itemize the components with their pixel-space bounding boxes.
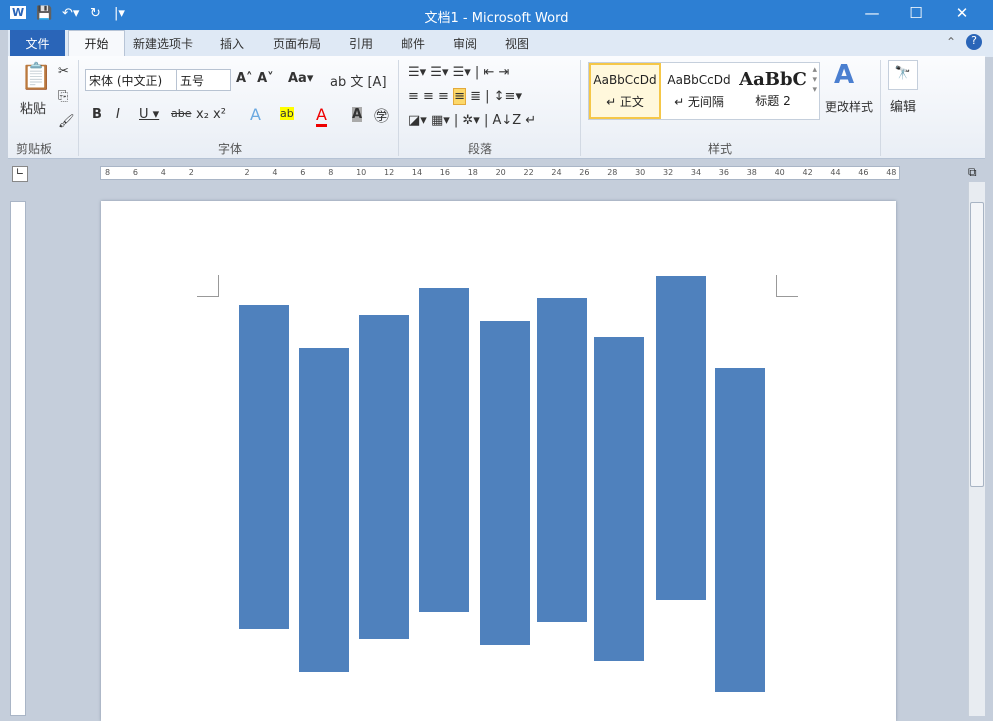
- ruler-tick: 6: [132, 168, 138, 177]
- font-group-label: 字体: [218, 142, 243, 156]
- ruler-tick: 4: [160, 168, 166, 177]
- help-icon[interactable]: ?: [966, 34, 982, 50]
- italic-icon[interactable]: I: [116, 107, 120, 122]
- ruler-tick: 40: [774, 168, 785, 177]
- ruler-tick: 2: [244, 168, 250, 177]
- style-normal[interactable]: AaBbCcDd ↵ 正文: [589, 63, 661, 119]
- tab-insert[interactable]: 插入: [220, 35, 244, 52]
- tab-home[interactable]: 开始: [68, 30, 125, 58]
- rectangle-shape[interactable]: [715, 368, 765, 692]
- ruler-tick: 48: [886, 168, 897, 177]
- ruler-tick: 24: [551, 168, 562, 177]
- enclose-char-icon[interactable]: ㊫: [374, 105, 389, 126]
- tab-mailings[interactable]: 邮件: [401, 35, 425, 52]
- tab-view[interactable]: 视图: [505, 35, 529, 52]
- ruler-tick: 2: [188, 168, 194, 177]
- paste-icon[interactable]: 📋: [20, 62, 52, 92]
- tab-file[interactable]: 文件: [10, 30, 65, 57]
- tab-references[interactable]: 引用: [349, 35, 373, 52]
- rectangle-shape[interactable]: [480, 321, 530, 645]
- ruler-tick: 14: [411, 168, 423, 177]
- ruler-tick: 20: [495, 168, 506, 177]
- editing-button[interactable]: 编辑: [890, 96, 916, 115]
- font-color-icon[interactable]: A: [316, 105, 327, 127]
- styles-group-label: 样式: [708, 142, 733, 156]
- char-shading-icon[interactable]: A: [352, 107, 363, 122]
- view-ruler-icon[interactable]: ⧉: [968, 165, 977, 180]
- find-icon[interactable]: 🔭: [888, 60, 918, 90]
- tab-stop-selector[interactable]: ∟: [12, 166, 28, 182]
- align-icons[interactable]: ≡ ≡ ≡ ≡ ≣ | ↕≡▾: [408, 88, 522, 105]
- ruler-tick: 10: [356, 168, 367, 177]
- change-styles-button[interactable]: 更改样式: [825, 98, 873, 115]
- subscript-icon[interactable]: x₂ x²: [196, 107, 226, 122]
- format-painter-icon[interactable]: 🖌: [58, 114, 75, 129]
- ribbon: 📋 粘贴 ✂ ⎘ 🖌 剪贴板 宋体 (中文正) 五号 A˄ A˅ Aa▾ ab …: [8, 56, 985, 159]
- tab-new[interactable]: 新建选项卡: [133, 35, 193, 52]
- rectangle-shape[interactable]: [656, 276, 706, 600]
- bold-icon[interactable]: B: [92, 107, 102, 122]
- ruler-tick: 6: [300, 168, 306, 177]
- rectangle-shape[interactable]: [239, 305, 289, 629]
- close-button[interactable]: ✕: [942, 4, 982, 22]
- rectangle-shape[interactable]: [594, 337, 644, 661]
- ruler-tick: 26: [579, 168, 590, 177]
- highlight-icon[interactable]: ab: [280, 107, 294, 120]
- clipboard-group-label: 剪贴板: [16, 142, 53, 156]
- styles-gallery: AaBbCcDd ↵ 正文 AaBbCcDd ↵ 无间隔 AaBbC 标题 2 ▴ ▾ ▾: [588, 62, 820, 120]
- window-title: 文档1 - Microsoft Word: [424, 11, 569, 26]
- strikethrough-icon[interactable]: abe: [171, 107, 192, 120]
- minimize-button[interactable]: —: [852, 4, 892, 22]
- font-name-select[interactable]: 宋体 (中文正): [85, 69, 177, 91]
- paste-button[interactable]: 粘贴: [20, 98, 46, 117]
- scrollbar-thumb[interactable]: [970, 202, 984, 487]
- style-heading-2[interactable]: AaBbC 标题 2: [737, 63, 809, 119]
- ruler-tick: 8: [105, 168, 111, 177]
- ruler-tick: 4: [272, 168, 278, 177]
- collapse-ribbon-icon[interactable]: ⌃: [946, 35, 956, 49]
- ruler-tick: 44: [830, 168, 841, 177]
- ruler-tick: 28: [607, 168, 618, 177]
- text-effects-icon[interactable]: A: [250, 105, 261, 124]
- rectangle-shape[interactable]: [299, 348, 349, 672]
- copy-icon[interactable]: ⎘: [58, 89, 68, 104]
- ruler-tick: 8: [328, 168, 334, 177]
- ruler-tick: 46: [858, 168, 869, 177]
- ruler-tick: 36: [718, 168, 729, 177]
- cut-icon[interactable]: ✂: [58, 64, 69, 79]
- rectangle-shape[interactable]: [537, 298, 587, 622]
- ruler-tick: 38: [746, 168, 757, 177]
- rectangle-shape[interactable]: [419, 288, 469, 612]
- list-icons[interactable]: ☰▾ ☰▾ ☰▾ | ⇤ ⇥: [408, 65, 509, 80]
- shading-border-icons[interactable]: ◪▾ ▦▾ | ✲▾ | A↓Z ↵: [408, 113, 536, 128]
- ruler-tick: 16: [439, 168, 450, 177]
- vertical-ruler[interactable]: [10, 201, 26, 716]
- ruler-tick: 32: [663, 168, 674, 177]
- ribbon-tabs: 文件 开始 新建选项卡 插入 页面布局 引用 邮件 审阅 视图 ⌃ ?: [8, 30, 993, 58]
- horizontal-ruler[interactable]: 8 6 4 2 2 4 6 8 10 12 14 16 18 20 22 24 26 28 30 32 34 36 38 40…: [100, 166, 900, 180]
- grow-font-icon[interactable]: A˄ A˅: [236, 71, 274, 86]
- ruler-tick: 22: [523, 168, 534, 177]
- style-no-spacing[interactable]: AaBbCcDd ↵ 无间隔: [663, 63, 735, 119]
- ruler-tick: 42: [802, 168, 813, 177]
- title-bar: W 💾 ↶▾ ↻ |▾ 文档1 - Microsoft Word — ☐ ✕: [0, 0, 993, 30]
- tab-page-layout[interactable]: 页面布局: [273, 35, 321, 52]
- rectangle-shape[interactable]: [359, 315, 409, 639]
- underline-icon[interactable]: U ▾: [139, 107, 159, 122]
- phonetic-icon[interactable]: ab 文 [A]: [330, 71, 387, 90]
- maximize-button[interactable]: ☐: [896, 4, 936, 22]
- tab-review[interactable]: 审阅: [453, 35, 477, 52]
- ruler-tick: 30: [635, 168, 646, 177]
- ruler-tick: 18: [467, 168, 478, 177]
- paragraph-group-label: 段落: [468, 142, 493, 156]
- ruler-tick: 12: [384, 168, 395, 177]
- document-page[interactable]: [101, 201, 896, 721]
- ruler-tick: 34: [690, 168, 702, 177]
- change-case-icon[interactable]: Aa▾: [288, 71, 313, 86]
- change-styles-icon[interactable]: A: [834, 60, 854, 90]
- font-size-select[interactable]: 五号: [176, 69, 231, 91]
- styles-scroll-icon[interactable]: ▴ ▾ ▾: [812, 65, 817, 95]
